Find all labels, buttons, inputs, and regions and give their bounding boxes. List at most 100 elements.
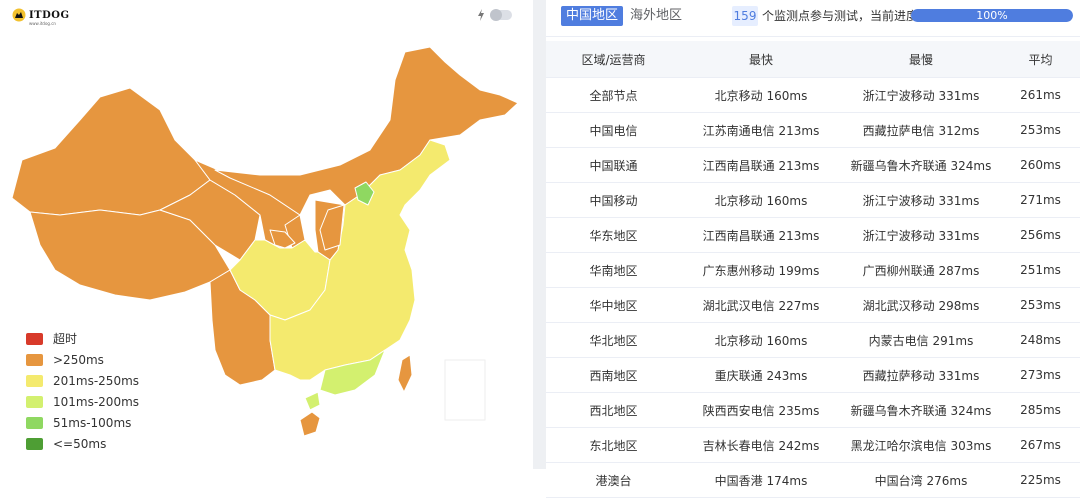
logo-text: ITDOG: [29, 9, 70, 21]
legend-label: 201ms-250ms: [53, 373, 140, 388]
cell-slowest: 西藏拉萨电信 312ms: [841, 112, 1001, 148]
tab-china[interactable]: 中国地区: [561, 6, 624, 26]
cell-region: 华东地区: [546, 217, 681, 253]
cell-slowest: 浙江宁波移动 331ms: [841, 182, 1001, 218]
cell-slowest: 广西柳州联通 287ms: [841, 252, 1001, 288]
cell-slowest: 西藏拉萨移动 331ms: [841, 357, 1001, 393]
cell-average: 225ms: [1001, 462, 1080, 498]
cell-average: 271ms: [1001, 182, 1080, 218]
legend-swatch: [26, 395, 43, 408]
table-row[interactable]: 西南地区 重庆联通 243ms 西藏拉萨移动 331ms 273ms: [546, 357, 1080, 393]
cell-fastest: 吉林长春电信 242ms: [681, 427, 841, 463]
table-row[interactable]: 东北地区 吉林长春电信 242ms 黑龙江哈尔滨电信 303ms 267ms: [546, 427, 1080, 463]
cell-average: 253ms: [1001, 112, 1080, 148]
table-row[interactable]: 西北地区 陕西西安电信 235ms 新疆乌鲁木齐联通 324ms 285ms: [546, 392, 1080, 428]
cell-fastest: 江西南昌联通 213ms: [681, 217, 841, 253]
legend-label: >250ms: [53, 352, 104, 367]
table-row[interactable]: 中国电信 江苏南通电信 213ms 西藏拉萨电信 312ms 253ms: [546, 112, 1080, 148]
legend-swatch: [26, 332, 43, 345]
legend-swatch: [26, 374, 43, 387]
cell-slowest: 浙江宁波移动 331ms: [841, 77, 1001, 113]
legend-item[interactable]: 101ms-200ms: [26, 391, 139, 412]
cell-fastest: 中国香港 174ms: [681, 462, 841, 498]
cell-slowest: 浙江宁波移动 331ms: [841, 217, 1001, 253]
table-row[interactable]: 港澳台 中国香港 174ms 中国台湾 276ms 225ms: [546, 462, 1080, 498]
latency-legend: 超时 >250ms 201ms-250ms 101ms-200ms 51ms-1…: [26, 328, 139, 454]
south-sea-inset: [444, 359, 486, 421]
cell-fastest: 广东惠州移动 199ms: [681, 252, 841, 288]
probe-count-badge: 159: [732, 6, 758, 26]
cell-slowest: 湖北武汉移动 298ms: [841, 287, 1001, 323]
cell-slowest: 内蒙古电信 291ms: [841, 322, 1001, 358]
cell-region: 华北地区: [546, 322, 681, 358]
cell-average: 260ms: [1001, 147, 1080, 183]
legend-item[interactable]: 201ms-250ms: [26, 370, 139, 391]
toggle-knob: [490, 9, 502, 21]
cell-average: 273ms: [1001, 357, 1080, 393]
header-region[interactable]: 区域/运营商: [546, 41, 681, 78]
table-row[interactable]: 华东地区 江西南昌联通 213ms 浙江宁波移动 331ms 256ms: [546, 217, 1080, 253]
legend-label: 超时: [53, 332, 78, 346]
legend-swatch: [26, 353, 43, 366]
legend-label: 51ms-100ms: [53, 415, 132, 430]
legend-label: 101ms-200ms: [53, 394, 140, 409]
toggle-switch[interactable]: [490, 9, 512, 21]
cell-average: 248ms: [1001, 322, 1080, 358]
panel-divider: [533, 0, 546, 469]
region-hainan: [299, 411, 321, 437]
cell-slowest: 新疆乌鲁木齐联通 324ms: [841, 147, 1001, 183]
cell-average: 251ms: [1001, 252, 1080, 288]
cell-region: 华中地区: [546, 287, 681, 323]
legend-swatch: [26, 416, 43, 429]
table-row[interactable]: 华中地区 湖北武汉电信 227ms 湖北武汉移动 298ms 253ms: [546, 287, 1080, 323]
cell-region: 全部节点: [546, 77, 681, 113]
results-table: 区域/运营商 最快 最慢 平均 全部节点 北京移动 160ms 浙江宁波移动 331…: [546, 41, 1080, 498]
cell-slowest: 黑龙江哈尔滨电信 303ms: [841, 427, 1001, 463]
legend-item[interactable]: >250ms: [26, 349, 139, 370]
cell-average: 285ms: [1001, 392, 1080, 428]
cell-average: 267ms: [1001, 427, 1080, 463]
table-row[interactable]: 全部节点 北京移动 160ms 浙江宁波移动 331ms 261ms: [546, 77, 1080, 113]
cell-region: 中国联通: [546, 147, 681, 183]
table-row[interactable]: 华北地区 北京移动 160ms 内蒙古电信 291ms 248ms: [546, 322, 1080, 358]
region-xinjiang: [11, 87, 211, 216]
cell-region: 西南地区: [546, 357, 681, 393]
cell-fastest: 北京移动 160ms: [681, 322, 841, 358]
cell-fastest: 江苏南通电信 213ms: [681, 112, 841, 148]
table-body: 全部节点 北京移动 160ms 浙江宁波移动 331ms 261ms 中国电信 江苏南通电…: [546, 77, 1080, 498]
table-row[interactable]: 中国联通 江西南昌联通 213ms 新疆乌鲁木齐联通 324ms 260ms: [546, 147, 1080, 183]
cell-region: 港澳台: [546, 462, 681, 498]
region-taiwan: [397, 354, 413, 393]
cell-average: 256ms: [1001, 217, 1080, 253]
itdog-logo: ITDOG www.itdog.cn: [12, 8, 70, 26]
table-header-row: 区域/运营商 最快 最慢 平均: [546, 41, 1080, 78]
region-guangxi-coast: [304, 391, 321, 411]
cell-fastest: 陕西西安电信 235ms: [681, 392, 841, 428]
legend-label: <=50ms: [53, 436, 107, 451]
bolt-icon: [478, 9, 484, 21]
progress-text: 个监测点参与测试，当前进度：: [762, 9, 931, 23]
cell-fastest: 重庆联通 243ms: [681, 357, 841, 393]
header-average[interactable]: 平均: [1001, 41, 1080, 78]
tab-overseas[interactable]: 海外地区: [630, 6, 682, 26]
results-panel: 中国地区 海外地区 159 个监测点参与测试，当前进度： 100% 区域/运营商…: [546, 0, 1080, 498]
cell-fastest: 湖北武汉电信 227ms: [681, 287, 841, 323]
cell-region: 东北地区: [546, 427, 681, 463]
legend-item[interactable]: <=50ms: [26, 433, 139, 454]
header-slowest[interactable]: 最慢: [841, 41, 1001, 78]
cell-region: 中国移动: [546, 182, 681, 218]
table-row[interactable]: 中国移动 北京移动 160ms 浙江宁波移动 331ms 271ms: [546, 182, 1080, 218]
cell-average: 253ms: [1001, 287, 1080, 323]
cell-region: 西北地区: [546, 392, 681, 428]
cell-region: 中国电信: [546, 112, 681, 148]
table-row[interactable]: 华南地区 广东惠州移动 199ms 广西柳州联通 287ms 251ms: [546, 252, 1080, 288]
dog-logo-icon: [12, 8, 26, 22]
legend-swatch: [26, 437, 43, 450]
cell-average: 261ms: [1001, 77, 1080, 113]
legend-item[interactable]: 超时: [26, 328, 139, 349]
legend-item[interactable]: 51ms-100ms: [26, 412, 139, 433]
realtime-toggle[interactable]: [477, 9, 512, 21]
logo-subtitle: www.itdog.cn: [29, 21, 56, 26]
progress-label: 100%: [976, 9, 1008, 22]
header-fastest[interactable]: 最快: [681, 41, 841, 78]
